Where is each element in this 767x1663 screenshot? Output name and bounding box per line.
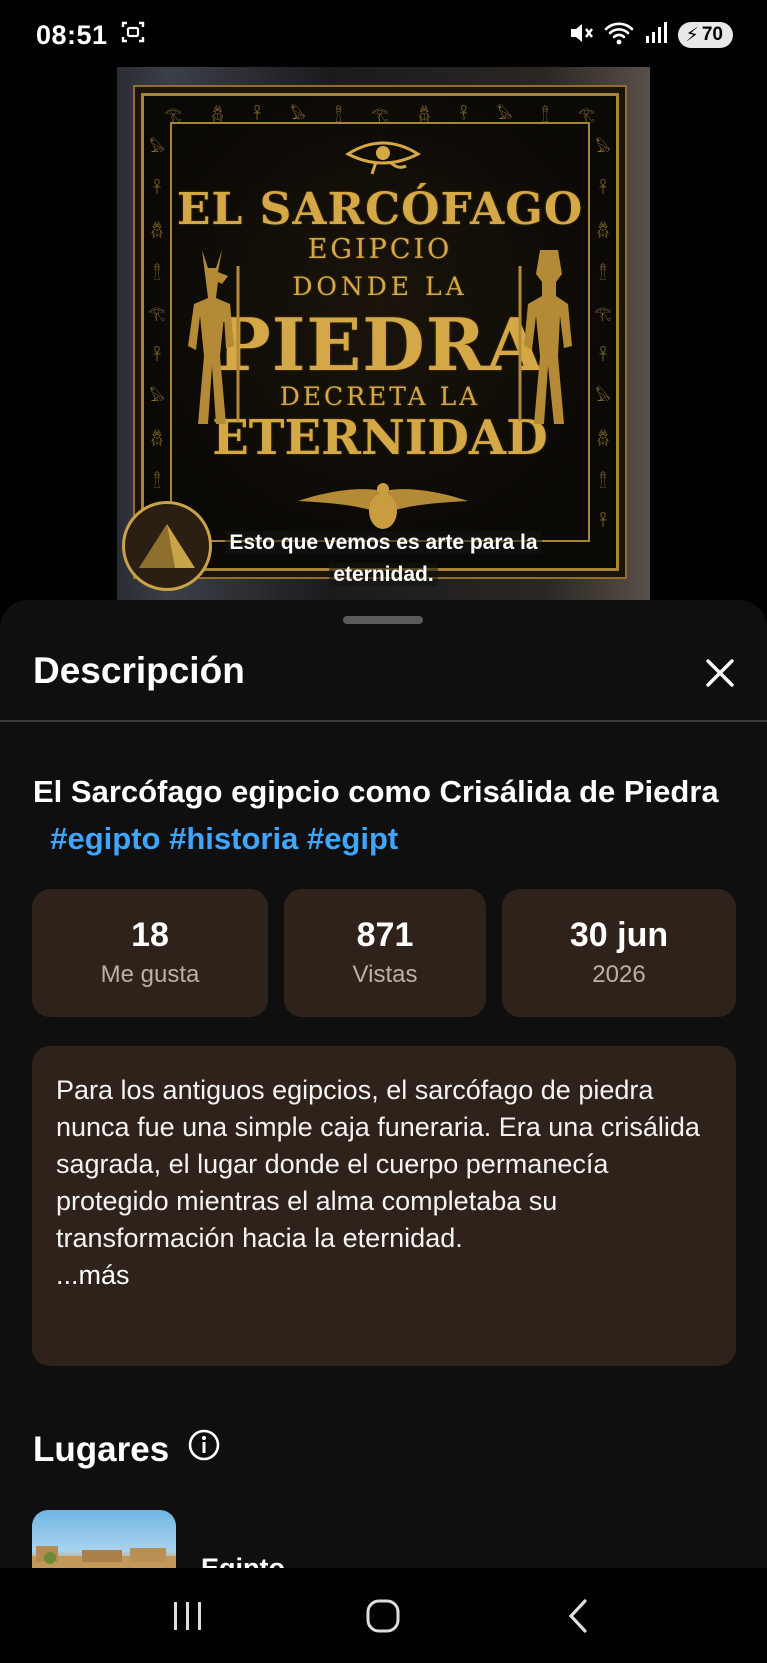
charging-icon: ⚡ xyxy=(685,24,699,46)
video-player[interactable]: 𓂀𓆣𓋹𓅃𓊽𓂀𓆣𓋹𓅃𓊽𓂀 𓅃𓋹𓆣𓊽𓂀𓋹𓅃𓆣𓊽𓋹 𓅃𓋹𓆣𓊽𓂀𓋹𓅃𓆣𓊽𓋹 EL SAR… xyxy=(117,67,650,600)
home-icon xyxy=(366,1599,400,1632)
caption-line-1: Esto que vemos es arte para la xyxy=(225,531,542,554)
poster-line-1: EL SARCÓFAGO xyxy=(176,184,584,235)
winged-scarab-icon xyxy=(298,483,468,529)
stats-row: 18 Me gusta 871 Vistas 30 jun 2026 xyxy=(32,889,736,1017)
system-nav-bar xyxy=(0,1568,767,1663)
close-icon xyxy=(706,659,734,687)
info-icon[interactable] xyxy=(187,1428,221,1471)
hieroglyph-border-top: 𓂀𓆣𓋹𓅃𓊽𓂀𓆣𓋹𓅃𓊽𓂀 xyxy=(164,106,596,122)
caption-line-2: eternidad. xyxy=(329,563,438,586)
sheet-title: Descripción xyxy=(33,650,245,691)
date-stat: 30 jun 2026 xyxy=(502,889,736,1017)
likes-label: Me gusta xyxy=(100,961,200,988)
signal-icon xyxy=(644,21,668,50)
video-title: El Sarcófago egipcio como Crisálida de P… xyxy=(33,768,733,862)
description-box[interactable]: Para los antiguos egipcios, el sarcófago… xyxy=(32,1046,736,1366)
status-time: 08:51 xyxy=(36,19,108,50)
status-right: ⚡ 70 xyxy=(568,20,733,51)
likes-count: 18 xyxy=(131,916,169,954)
place-name[interactable]: Egipto xyxy=(201,1553,285,1568)
show-more-link[interactable]: ...más xyxy=(56,1257,712,1294)
recent-apps-button[interactable] xyxy=(153,1586,223,1646)
views-label: Vistas xyxy=(352,961,418,988)
places-title-text: Lugares xyxy=(33,1429,170,1469)
screen-capture-icon xyxy=(120,19,146,52)
place-image xyxy=(32,1546,176,1568)
sheet-drag-handle[interactable] xyxy=(343,616,423,624)
publish-year: 2026 xyxy=(592,961,646,988)
pharaoh-figure-icon xyxy=(518,250,572,424)
home-button[interactable] xyxy=(348,1586,418,1646)
publish-date: 30 jun xyxy=(569,916,669,954)
video-title-text: El Sarcófago egipcio como Crisálida de P… xyxy=(33,774,719,809)
battery-level: 70 xyxy=(701,24,723,45)
place-thumbnail[interactable] xyxy=(32,1510,176,1568)
hashtag-link[interactable]: #historia xyxy=(169,821,298,856)
hashtag-link[interactable]: #egipto xyxy=(50,821,160,856)
description-text: Para los antiguos egipcios, el sarcófago… xyxy=(56,1075,700,1253)
description-sheet: Descripción El Sarcófago egipcio como Cr… xyxy=(0,600,767,1568)
back-icon xyxy=(568,1598,587,1633)
anubis-figure-icon xyxy=(188,250,240,424)
status-bar: 08:51 ⚡ 70 xyxy=(0,0,767,70)
eye-of-horus-icon xyxy=(344,141,422,175)
hashtag-link[interactable]: #egipt xyxy=(307,821,398,856)
mute-icon xyxy=(568,20,594,51)
back-button[interactable] xyxy=(544,1586,614,1646)
places-section-title: Lugares xyxy=(33,1428,221,1471)
sheet-header: Descripción xyxy=(0,640,767,722)
video-caption: Esto que vemos es arte para la eternidad… xyxy=(117,527,650,591)
views-stat: 871 Vistas xyxy=(284,889,486,1017)
status-left: 08:51 xyxy=(36,19,146,52)
likes-stat: 18 Me gusta xyxy=(32,889,268,1017)
wifi-icon xyxy=(604,20,634,51)
views-count: 871 xyxy=(356,916,414,954)
battery-indicator: ⚡ 70 xyxy=(677,22,733,48)
video-frame-poster: 𓂀𓆣𓋹𓅃𓊽𓂀𓆣𓋹𓅃𓊽𓂀 𓅃𓋹𓆣𓊽𓂀𓋹𓅃𓆣𓊽𓋹 𓅃𓋹𓆣𓊽𓂀𓋹𓅃𓆣𓊽𓋹 EL SAR… xyxy=(141,93,619,571)
recent-apps-icon xyxy=(173,1601,201,1630)
close-button[interactable] xyxy=(695,648,745,698)
